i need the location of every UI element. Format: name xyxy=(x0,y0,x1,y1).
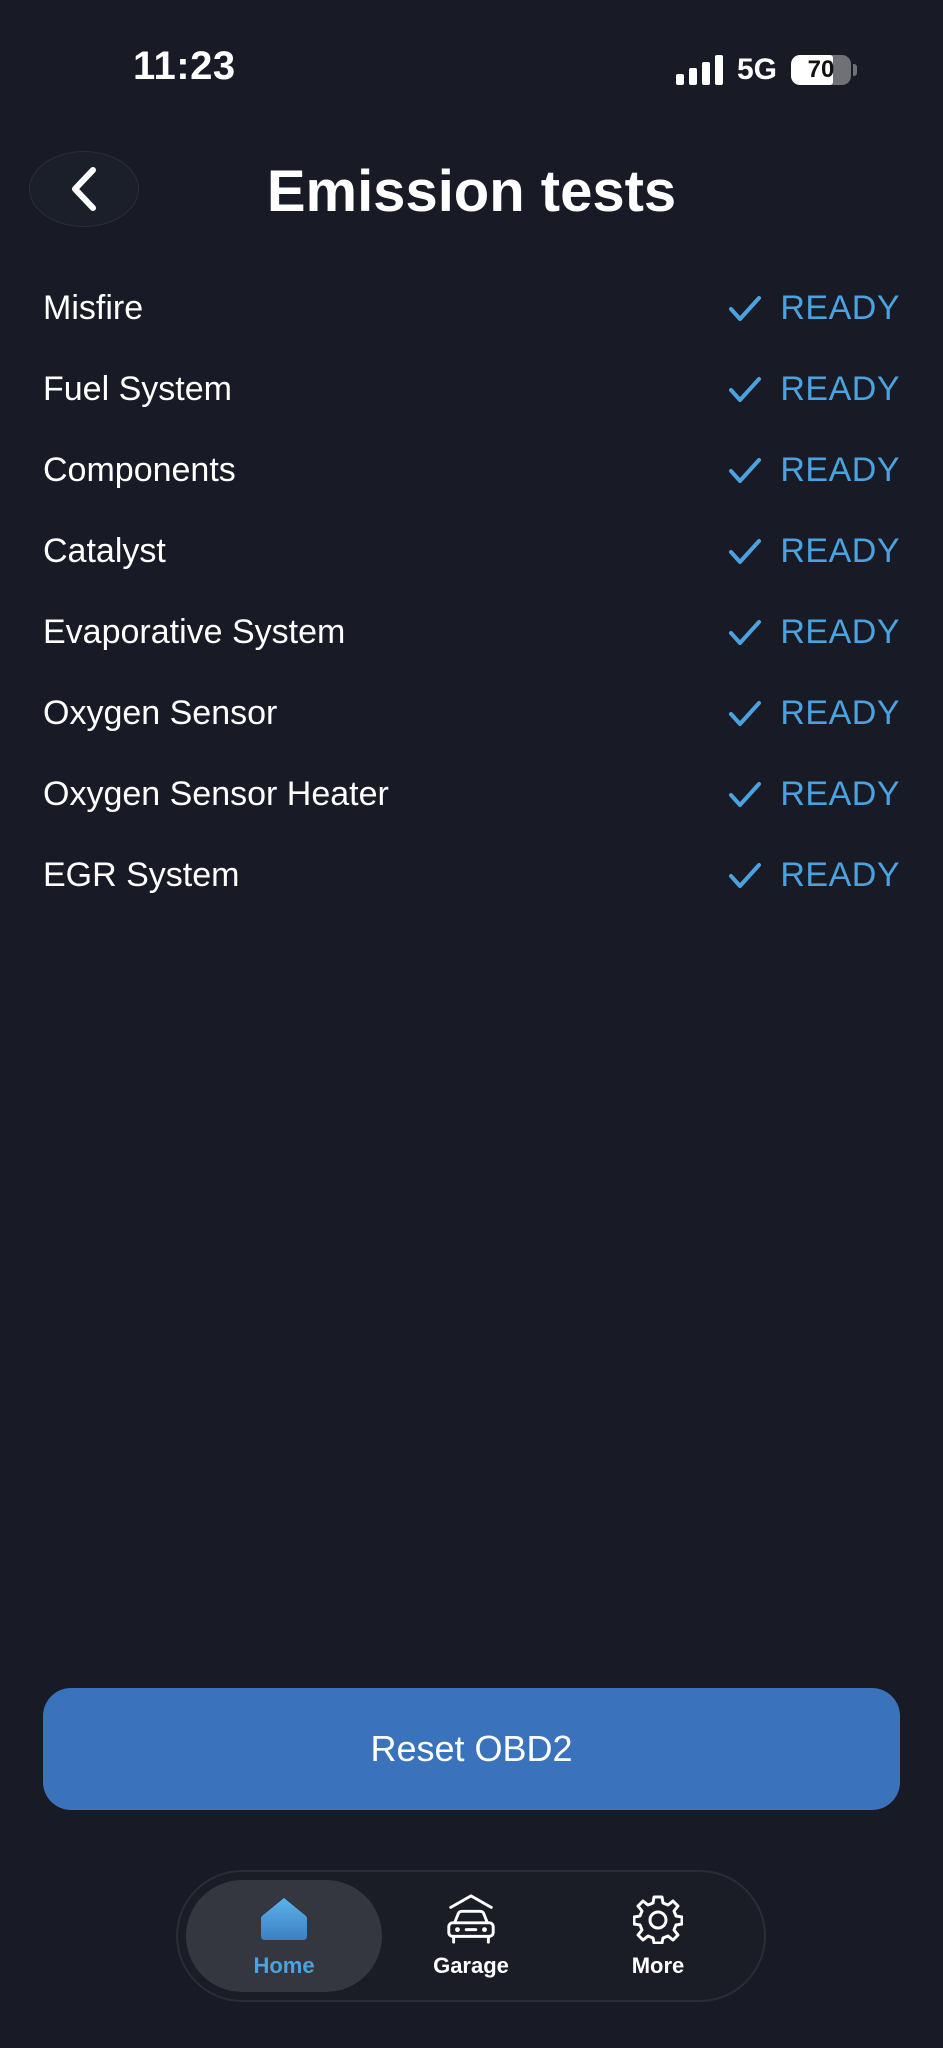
test-name: Catalyst xyxy=(43,532,166,570)
test-status: READY xyxy=(728,451,900,490)
test-status: READY xyxy=(728,532,900,571)
test-status-label: READY xyxy=(780,289,900,327)
tab-bar: Home Garage More xyxy=(178,1872,764,2000)
test-status-label: READY xyxy=(780,613,900,651)
home-icon xyxy=(256,1893,312,1945)
test-row: Components READY xyxy=(43,430,900,511)
test-row: Oxygen Sensor READY xyxy=(43,673,900,754)
tab-more-label: More xyxy=(631,1953,685,1978)
signal-icon xyxy=(675,55,723,85)
car-icon xyxy=(443,1893,499,1945)
test-status: READY xyxy=(728,856,900,895)
battery-percent: 70 xyxy=(807,56,835,83)
test-status: READY xyxy=(728,370,900,409)
test-status-label: READY xyxy=(780,451,900,489)
test-status: READY xyxy=(728,613,900,652)
test-status-label: READY xyxy=(780,694,900,732)
status-time: 11:23 xyxy=(133,44,236,88)
tab-more[interactable]: More xyxy=(560,1880,756,1992)
test-row: Catalyst READY xyxy=(43,511,900,592)
test-status-label: READY xyxy=(780,856,900,894)
test-name: Misfire xyxy=(43,289,144,327)
network-type: 5G xyxy=(736,53,777,86)
tab-garage[interactable]: Garage xyxy=(373,1880,569,1992)
emission-test-list: Misfire READY Fuel System READY Components RE… xyxy=(43,268,900,916)
battery-nub xyxy=(853,64,857,76)
tab-home[interactable]: Home xyxy=(186,1880,382,1992)
test-status: READY xyxy=(728,694,900,733)
test-name: Fuel System xyxy=(43,370,232,408)
test-row: Evaporative System READY xyxy=(43,592,900,673)
test-name: EGR System xyxy=(43,856,240,894)
checkmark-icon xyxy=(729,781,762,807)
reset-obd2-button[interactable]: Reset OBD2 xyxy=(43,1688,900,1810)
test-name: Components xyxy=(43,451,236,489)
tab-garage-label: Garage xyxy=(433,1953,509,1978)
test-status: READY xyxy=(728,289,900,328)
test-status: READY xyxy=(728,775,900,814)
status-bar-right: 5G 70 xyxy=(675,50,857,90)
checkmark-icon xyxy=(729,295,762,321)
checkmark-icon xyxy=(729,700,762,726)
test-status-label: READY xyxy=(780,532,900,570)
gear-icon xyxy=(630,1893,686,1945)
checkmark-icon xyxy=(729,862,762,888)
test-row: EGR System READY xyxy=(43,835,900,916)
checkmark-icon xyxy=(729,619,762,645)
test-status-label: READY xyxy=(780,370,900,408)
checkmark-icon xyxy=(729,457,762,483)
test-row: Oxygen Sensor Heater READY xyxy=(43,754,900,835)
test-name: Oxygen Sensor xyxy=(43,694,278,732)
test-name: Oxygen Sensor Heater xyxy=(43,775,389,813)
test-row: Fuel System READY xyxy=(43,349,900,430)
test-name: Evaporative System xyxy=(43,613,346,651)
page-title: Emission tests xyxy=(266,159,677,224)
checkmark-icon xyxy=(729,376,762,402)
checkmark-icon xyxy=(729,538,762,564)
battery-icon: 70 xyxy=(791,55,851,85)
test-status-label: READY xyxy=(780,775,900,813)
screen: 11:23 5G 70 Emission tests Misfire READY F… xyxy=(0,0,943,2048)
tab-home-label: Home xyxy=(253,1953,315,1978)
test-row: Misfire READY xyxy=(43,268,900,349)
